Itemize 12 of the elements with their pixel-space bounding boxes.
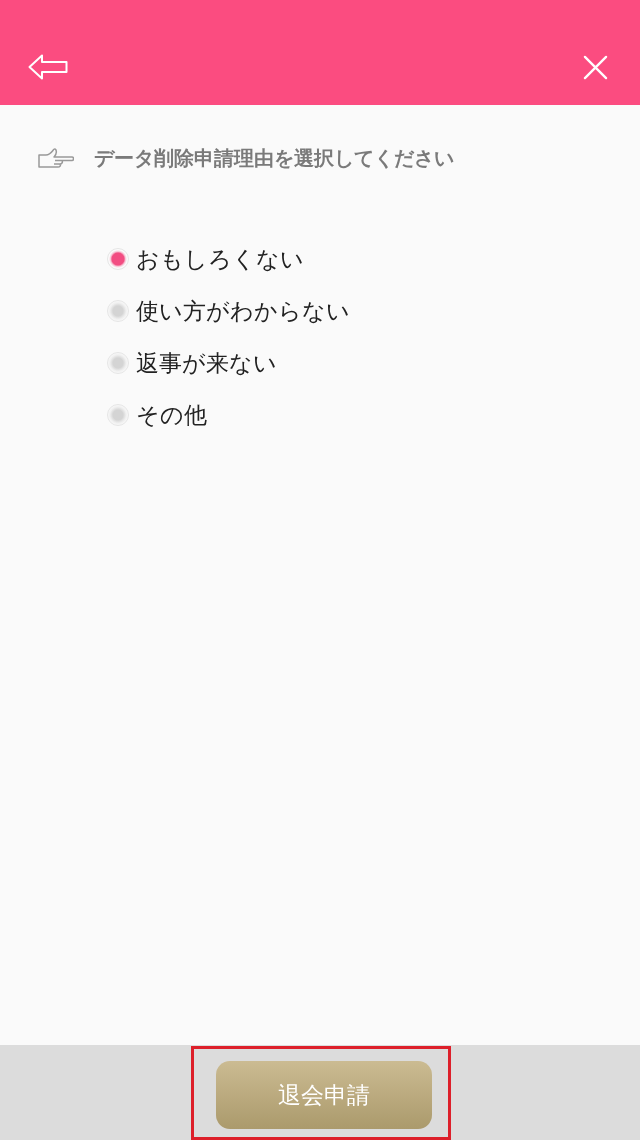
close-icon[interactable]	[583, 55, 608, 80]
instruction-text: データ削除申請理由を選択してください	[94, 145, 454, 171]
option-label[interactable]: おもしろくない	[136, 244, 304, 274]
option-label[interactable]: その他	[136, 400, 207, 430]
back-arrow-icon[interactable]	[28, 54, 68, 80]
option-label[interactable]: 使い方がわからない	[136, 296, 350, 326]
pointing-hand-icon	[38, 147, 74, 169]
option-label[interactable]: 返事が来ない	[136, 348, 277, 378]
radio-button[interactable]	[107, 300, 129, 322]
radio-button[interactable]	[107, 404, 129, 426]
radio-button[interactable]	[107, 248, 129, 270]
radio-button[interactable]	[107, 352, 129, 374]
